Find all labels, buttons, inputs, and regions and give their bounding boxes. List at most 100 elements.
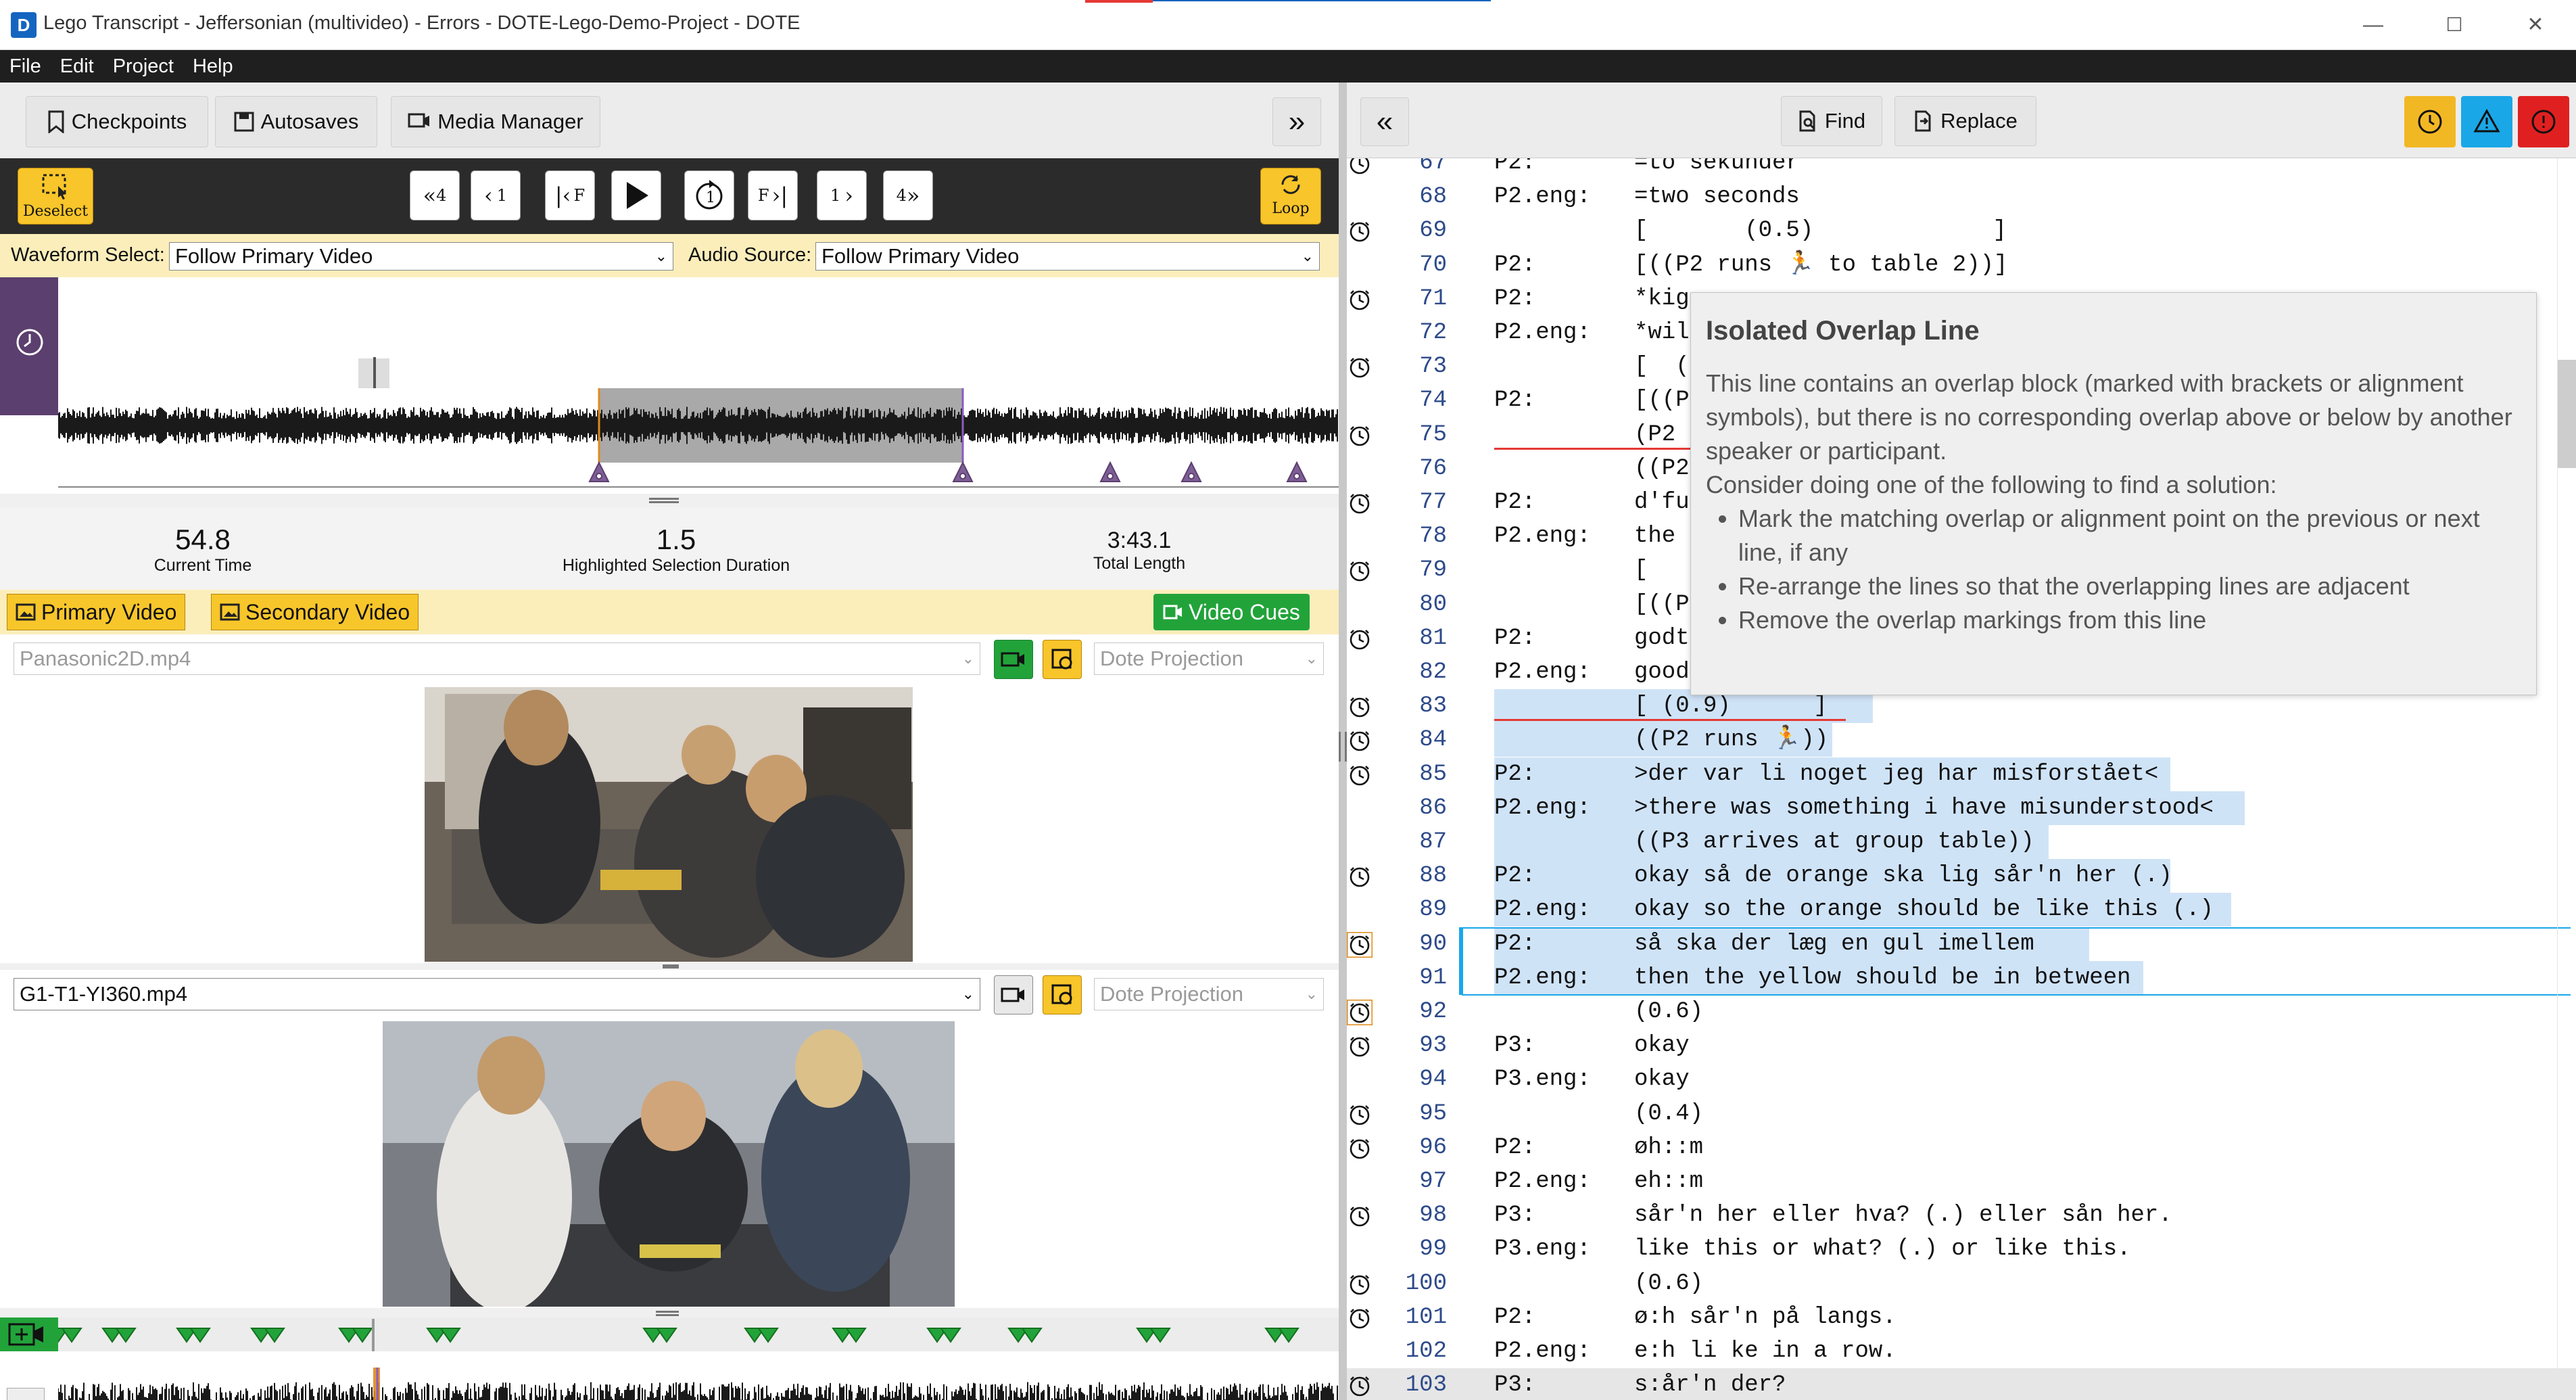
error-filter-button[interactable] [2518, 96, 2569, 147]
scrollbar-track[interactable] [2557, 158, 2576, 1400]
find-button[interactable]: Find [1781, 96, 1882, 146]
secondary-projection-select[interactable]: Dote Projection ⌄ [1094, 978, 1324, 1010]
transcript-line[interactable]: 94 P3.eng: okay [1347, 1063, 2576, 1096]
tab-secondary-video[interactable]: Secondary Video [211, 594, 419, 630]
utterance-text[interactable]: okay så de orange ska lig sår'n her (.) [1634, 859, 2172, 893]
transcript-line[interactable]: 102 P2.eng: e:h li ke in a row. [1347, 1334, 2576, 1368]
transcript-line[interactable]: 86 P2.eng: >there was something i have mis… [1347, 791, 2576, 825]
utterance-text[interactable]: ((P2 [1634, 452, 1690, 486]
divider-grip[interactable] [1339, 732, 1347, 762]
utterance-text[interactable]: eh::m [1634, 1165, 1703, 1198]
cue-markers[interactable] [58, 1327, 1339, 1351]
timestamp-clock-icon[interactable] [1347, 1305, 1373, 1331]
timestamp-clock-icon[interactable] [1347, 1271, 1373, 1297]
save-sync-button[interactable] [1043, 640, 1082, 679]
menu-help[interactable]: Help [183, 50, 243, 83]
utterance-text[interactable]: [((P2 runs 🏃 to table 2))] [1634, 248, 2007, 282]
menu-edit[interactable]: Edit [51, 50, 103, 83]
transcript-line[interactable]: 85 P2: >der var li noget jeg har misforstå… [1347, 757, 2576, 791]
transcript-line[interactable]: 69 [ (0.5) ] [1347, 214, 2576, 248]
sync-video-button-2[interactable] [994, 975, 1033, 1014]
transcript-line[interactable]: 100 (0.6) [1347, 1267, 2576, 1301]
transcript-line[interactable]: 97 P2.eng: eh::m [1347, 1165, 2576, 1198]
timestamp-clock-icon[interactable] [1347, 1102, 1373, 1127]
transcript-line[interactable]: 92 (0.6) [1347, 995, 2576, 1029]
transcript-line[interactable]: 84 ((P2 runs 🏃)) [1347, 723, 2576, 757]
timestamp-clock-icon[interactable] [1347, 1136, 1373, 1161]
replay-button[interactable]: 1 [684, 170, 734, 220]
utterance-text[interactable]: godt [1634, 622, 1690, 655]
scroll-up-button[interactable] [7, 1388, 45, 1400]
timestamp-clock-icon[interactable] [1347, 1000, 1373, 1025]
timestamp-clock-icon[interactable] [1347, 1203, 1373, 1229]
transcript-line[interactable]: 90 P2: så ska der læg en gul imellem [1347, 927, 2576, 961]
utterance-text[interactable]: then the yellow should be in between [1634, 961, 2131, 995]
sync-video-button[interactable] [994, 640, 1033, 679]
go-last-button[interactable]: F ›| [748, 170, 798, 220]
utterance-text[interactable]: d'fu [1634, 486, 1690, 519]
timestamp-clock-icon[interactable] [1347, 354, 1373, 380]
utterance-text[interactable]: så ska der læg en gul imellem [1634, 927, 2034, 961]
utterance-text[interactable]: sår'n her eller hva? (.) eller sån her. [1634, 1198, 2172, 1232]
transcript-line[interactable]: 89 P2.eng: okay so the orange should be li… [1347, 893, 2576, 927]
utterance-text[interactable]: [((P [1634, 383, 1690, 417]
transcript-line[interactable]: 70 P2: [((P2 runs 🏃 to table 2))] [1347, 248, 2576, 282]
timestamp-clock-icon[interactable] [1347, 728, 1373, 753]
utterance-text[interactable]: =to sekunder [1634, 158, 1800, 180]
add-cue-button[interactable] [0, 1317, 58, 1351]
timestamp-clock-icon[interactable] [1347, 490, 1373, 516]
go-first-button[interactable]: |‹ F [545, 170, 595, 220]
clock-filter-button[interactable] [2404, 96, 2456, 147]
utterance-text[interactable]: good [1634, 655, 1690, 689]
utterance-text[interactable]: like this or what? (.) or like this. [1634, 1232, 2131, 1266]
bottom-waveform[interactable] [58, 1368, 1339, 1400]
transcript-line[interactable]: 95 (0.4) [1347, 1097, 2576, 1131]
timestamp-clock-icon[interactable] [1347, 218, 1373, 244]
utterance-text[interactable]: okay [1634, 1029, 1690, 1063]
utterance-text[interactable]: (0.6) [1634, 995, 1703, 1029]
splitter-handle[interactable] [649, 498, 679, 503]
timestamp-clock-icon[interactable] [1347, 694, 1373, 720]
back-4-button[interactable]: «4 [410, 170, 460, 220]
transcript-line[interactable]: 101 P2: ø:h sår'n på langs. [1347, 1301, 2576, 1334]
transcript-line[interactable]: 96 P2: øh::m [1347, 1131, 2576, 1165]
pane-divider[interactable] [1339, 83, 1347, 1400]
transcript-line[interactable]: 87 ((P3 arrives at group table)) [1347, 825, 2576, 859]
timestamp-clock-icon[interactable] [1347, 626, 1373, 652]
utterance-text[interactable]: >der var li noget jeg har misforstået< [1634, 757, 2158, 791]
warning-filter-button[interactable] [2461, 96, 2512, 147]
timestamp-clock-icon[interactable] [1347, 558, 1373, 584]
timestamp-clock-icon[interactable] [1347, 931, 1373, 958]
deselect-button[interactable]: Deselect [18, 168, 93, 225]
play-button[interactable] [611, 170, 661, 220]
utterance-text[interactable]: s:år'n der? [1634, 1368, 1786, 1400]
expand-button[interactable]: » [1272, 97, 1321, 146]
menu-project[interactable]: Project [103, 50, 183, 83]
maximize-button[interactable]: ☐ [2434, 8, 2475, 42]
utterance-text[interactable]: ((P3 arrives at group table)) [1634, 825, 2034, 859]
minimize-button[interactable]: — [2353, 8, 2393, 42]
transcript-line[interactable]: 91 P2.eng: then the yellow should be in be… [1347, 927, 2576, 996]
utterance-text[interactable]: okay so the orange should be like this (… [1634, 893, 2214, 927]
timestamp-clock-icon[interactable] [1347, 1033, 1373, 1059]
splitter-handle[interactable] [656, 1311, 679, 1316]
utterance-text[interactable]: *wil [1634, 316, 1690, 350]
replace-button[interactable]: Replace [1894, 96, 2036, 146]
forward-1-button[interactable]: 1 › [817, 170, 867, 220]
loop-button[interactable]: Loop [1260, 168, 1321, 225]
menu-file[interactable]: File [0, 50, 51, 83]
transcript-line[interactable]: 67 P2: =to sekunder [1347, 158, 2576, 180]
utterance-text[interactable]: (P2 [1634, 418, 1675, 452]
forward-4-button[interactable]: 4» [883, 170, 933, 220]
utterance-text[interactable]: øh::m [1634, 1131, 1703, 1165]
timestamp-clock-icon[interactable] [1347, 864, 1373, 889]
utterance-text[interactable]: [ ( [1634, 350, 1690, 383]
transcript-line[interactable]: 93 P3: okay [1347, 1029, 2576, 1063]
utterance-text[interactable]: okay [1634, 1063, 1690, 1096]
save-sync-button-2[interactable] [1043, 975, 1082, 1014]
timestamp-clock-icon[interactable] [1347, 287, 1373, 312]
checkpoints-button[interactable]: Checkpoints [26, 96, 208, 147]
utterance-text[interactable]: ø:h sår'n på langs. [1634, 1301, 1897, 1334]
timestamp-clock-icon[interactable] [1347, 158, 1373, 177]
autosaves-button[interactable]: Autosaves [215, 96, 377, 147]
